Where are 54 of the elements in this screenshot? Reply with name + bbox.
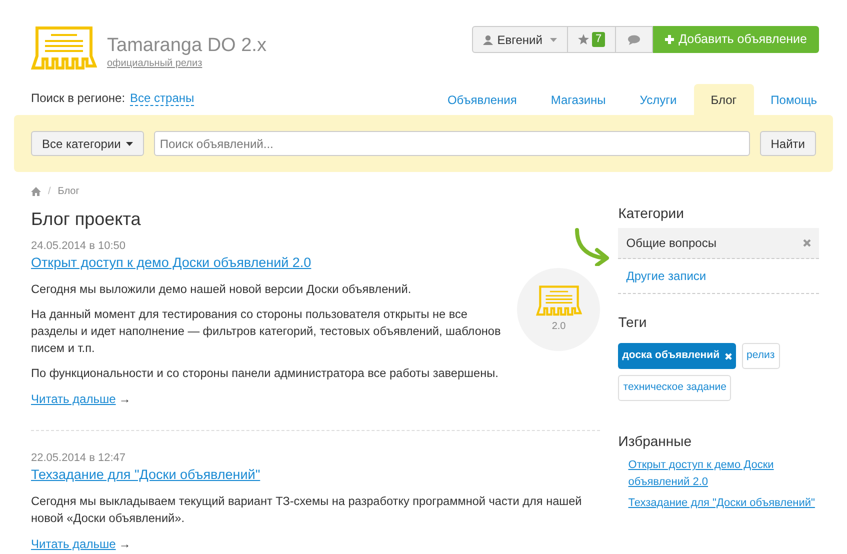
post-paragraph: По функциональности и со стороны панели администратора все работы завершены.: [31, 365, 500, 382]
caret-icon: [126, 142, 133, 146]
add-listing-button[interactable]: Добавить объявление: [652, 26, 819, 53]
read-more-link[interactable]: Читать дальше: [31, 535, 116, 553]
logo-icon: [536, 285, 582, 317]
messages-button[interactable]: [616, 26, 653, 53]
logo-icon: [31, 26, 97, 71]
favorites-count: 7: [592, 32, 605, 47]
post-title-link[interactable]: Техзадание для "Доски объявлений": [31, 465, 260, 485]
breadcrumb-current: Блог: [58, 185, 80, 199]
version-label: 2.0: [552, 320, 566, 334]
site-title: Tamaranga DO 2.x: [107, 34, 266, 58]
section-title: Категории: [618, 204, 685, 222]
post-paragraph: Сегодня мы выложили демо нашей новой версии Доски объявлений.: [31, 281, 412, 298]
post-paragraph: Сегодня мы выкладываем текущий вариант ТЗ-схемы на разработку программной части для нашей новой «Доски объявлений».: [31, 493, 583, 527]
category-dropdown[interactable]: Все категории: [31, 131, 144, 156]
close-icon[interactable]: [803, 239, 811, 247]
tag-chip[interactable]: релиз: [742, 343, 780, 369]
nav-tab[interactable]: Блог: [694, 84, 754, 115]
tag-chip[interactable]: доска объявлений: [618, 343, 736, 369]
region-link[interactable]: Все страны: [130, 90, 194, 106]
nav-tab[interactable]: Услуги: [622, 84, 694, 115]
post-paragraph: На данный момент для тестирования со стороны пользователя открыты не все разделы и идет наполнение — фильтров категорий, тестовых объявлений, шаблонов писем и т.п.: [31, 306, 502, 357]
star-icon: [578, 34, 590, 45]
post-date: 24.05.2014 в 10:50: [31, 239, 127, 253]
nav-tab[interactable]: Помощь: [754, 84, 834, 115]
search-button[interactable]: Найти: [760, 131, 816, 156]
breadcrumb-separator: /: [48, 185, 51, 199]
arrow-glyph: →: [118, 536, 131, 553]
home-icon[interactable]: [31, 187, 41, 196]
plus-icon: [664, 35, 674, 44]
curved-arrow-icon: [573, 228, 612, 266]
user-icon: [483, 34, 494, 44]
section-title: Избранные: [618, 432, 692, 450]
favorites-button[interactable]: 7: [568, 26, 616, 53]
region-label: Поиск в регионе:: [31, 90, 126, 107]
nav-tab[interactable]: Магазины: [534, 84, 623, 115]
search-field[interactable]: Поиск объявлений...: [154, 131, 750, 156]
nav-tab[interactable]: Объявления: [430, 84, 534, 115]
post-date: 22.05.2014 в 12:47: [31, 451, 127, 465]
read-more-link[interactable]: Читать дальше: [31, 390, 116, 408]
subtitle-link[interactable]: официальный релиз: [107, 58, 266, 70]
page-title: Блог проекта: [31, 208, 142, 231]
favorite-link[interactable]: Техзадание для "Доски объявлений": [628, 495, 819, 512]
arrow-glyph: →: [118, 391, 131, 408]
tag-chip[interactable]: техническое задание: [618, 375, 732, 401]
speech-bubble-icon: [628, 34, 640, 44]
post-title-link[interactable]: Открыт доступ к демо Доски объявлений 2.0: [31, 253, 312, 273]
favorite-link[interactable]: Открыт доступ к демо Доски объявлений 2.0: [628, 457, 819, 491]
user-menu-button[interactable]: Евгений: [472, 26, 568, 53]
section-title: Теги: [618, 313, 648, 331]
category-item[interactable]: Другие записи: [618, 259, 819, 294]
caret-icon: [550, 38, 558, 42]
category-item[interactable]: Общие вопросы: [618, 228, 819, 259]
